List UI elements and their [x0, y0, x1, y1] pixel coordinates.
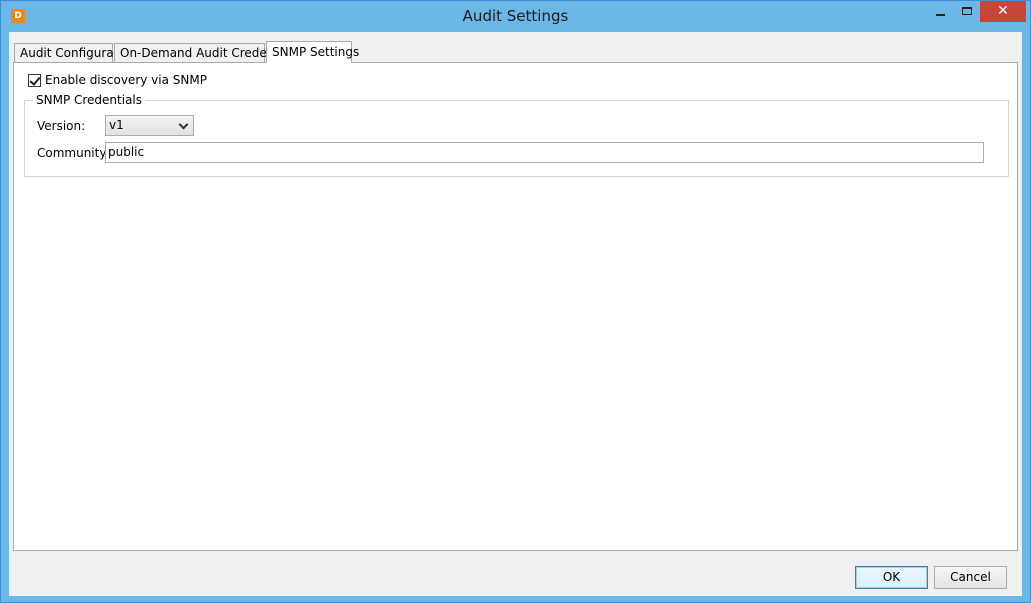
- enable-snmp-checkbox[interactable]: [28, 74, 41, 87]
- audit-settings-window: D Audit Settings ✕ Audit Configuration O…: [0, 0, 1031, 603]
- minimize-icon: [936, 14, 945, 16]
- snmp-credentials-group: SNMP Credentials Version: v1 Community: …: [24, 93, 1009, 177]
- tab-audit-configuration[interactable]: Audit Configuration: [14, 43, 137, 62]
- close-button[interactable]: ✕: [980, 1, 1026, 22]
- dialog-client-area: Audit Configuration On-Demand Audit Cred…: [9, 32, 1022, 596]
- maximize-button[interactable]: [954, 1, 980, 22]
- snmp-settings-panel: Enable discovery via SNMP SNMP Credentia…: [13, 62, 1018, 551]
- tab-on-demand-audit-credentials[interactable]: On-Demand Audit Credentials: [114, 43, 299, 62]
- community-input[interactable]: public: [105, 142, 984, 163]
- close-icon: ✕: [997, 3, 1009, 19]
- minimize-button[interactable]: [926, 1, 954, 22]
- title-bar[interactable]: D Audit Settings ✕: [1, 1, 1030, 32]
- tab-snmp-settings[interactable]: SNMP Settings: [266, 41, 359, 63]
- chevron-down-icon: [178, 119, 189, 130]
- version-value: v1: [109, 118, 124, 132]
- cancel-button[interactable]: Cancel: [934, 566, 1007, 589]
- version-select[interactable]: v1: [105, 115, 194, 136]
- snmp-credentials-title: SNMP Credentials: [33, 93, 146, 107]
- ok-button[interactable]: OK: [855, 566, 928, 589]
- window-title: Audit Settings: [462, 7, 569, 25]
- maximize-icon: [962, 7, 972, 15]
- community-label: Community:: [37, 146, 110, 160]
- enable-snmp-label[interactable]: Enable discovery via SNMP: [45, 73, 207, 87]
- version-label: Version:: [37, 119, 86, 133]
